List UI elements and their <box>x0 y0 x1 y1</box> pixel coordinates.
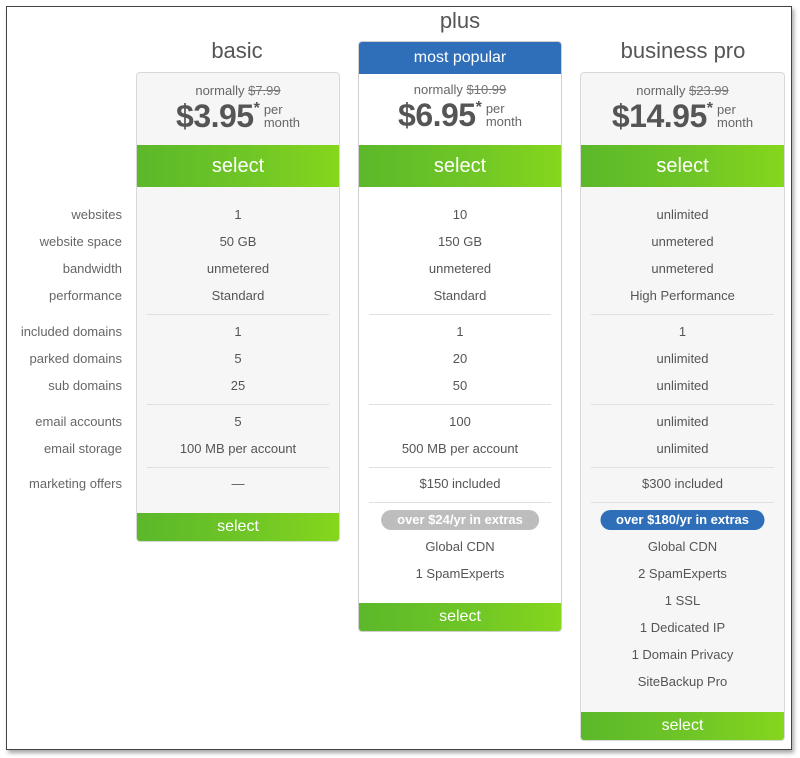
value-websites: 1 <box>234 207 242 222</box>
extra-item: SiteBackup Pro <box>637 674 728 689</box>
label-sub-domains: sub domains <box>48 378 122 393</box>
sale-price: $14.95 <box>611 98 707 134</box>
value-performance: Standard <box>433 288 487 303</box>
value-email-accounts: 100 <box>449 414 471 429</box>
label-performance: performance <box>49 288 122 303</box>
divider <box>147 314 329 315</box>
plan-title-basic: basic <box>211 38 263 63</box>
plan-card-basic: normally $7.99 $3.95 * per month select 1… <box>136 72 340 542</box>
sale-price: $6.95 <box>398 97 476 133</box>
select-button-plus-top[interactable]: select <box>359 145 561 187</box>
value-included-domains: 1 <box>678 324 687 339</box>
asterisk: * <box>475 99 482 116</box>
asterisk: * <box>706 100 713 117</box>
most-popular-badge: most popular <box>359 42 561 74</box>
normal-price: normally $23.99 <box>636 83 729 98</box>
value-website-space: unmetered <box>651 234 714 249</box>
value-performance: High Performance <box>630 288 735 303</box>
plan-card-business-pro: normally $23.99 $14.95 * per month select… <box>580 72 785 741</box>
per-month: per month <box>485 101 522 129</box>
value-email-storage: 100 MB per account <box>179 441 297 456</box>
value-parked-domains: unlimited <box>656 351 709 366</box>
value-email-storage: unlimited <box>656 441 709 456</box>
extra-item: 2 SpamExperts <box>638 566 727 581</box>
divider <box>369 502 551 503</box>
select-button-business-pro-top[interactable]: select <box>581 145 784 187</box>
extra-item: 1 SpamExperts <box>415 566 505 581</box>
value-bandwidth: unmetered <box>651 261 714 276</box>
extra-item: 1 Domain Privacy <box>631 647 734 662</box>
extra-item: 1 Dedicated IP <box>639 620 726 635</box>
divider <box>369 404 551 405</box>
divider <box>369 314 551 315</box>
label-marketing-offers: marketing offers <box>29 476 122 491</box>
value-email-accounts: 5 <box>234 414 242 429</box>
divider <box>591 502 774 503</box>
value-email-storage: 500 MB per account <box>401 441 519 456</box>
original-price: $10.99 <box>466 82 507 97</box>
label-included-domains: included domains <box>20 324 122 339</box>
value-sub-domains: unlimited <box>656 378 709 393</box>
divider <box>591 314 774 315</box>
value-marketing-offers: $300 included <box>642 476 723 491</box>
extras-badge: over $24/yr in extras <box>381 510 539 530</box>
divider <box>591 467 774 468</box>
original-price: $23.99 <box>688 83 729 98</box>
value-included-domains: 1 <box>234 324 242 339</box>
label-email-storage: email storage <box>43 441 122 456</box>
per-month: per month <box>263 102 300 130</box>
price-box: normally $23.99 $14.95 * per month <box>581 73 784 145</box>
extra-item: Global CDN <box>647 539 718 554</box>
label-email-accounts: email accounts <box>35 414 122 429</box>
normal-price: normally $10.99 <box>413 82 507 97</box>
value-parked-domains: 20 <box>452 351 468 366</box>
value-websites: 10 <box>452 207 468 222</box>
label-website-space: website space <box>39 234 122 249</box>
per-month: per month <box>716 102 754 130</box>
plan-title-plus: plus <box>439 8 481 33</box>
original-price: $7.99 <box>248 83 281 98</box>
divider <box>369 467 551 468</box>
label-websites: websites <box>71 207 122 222</box>
label-parked-domains: parked domains <box>29 351 123 366</box>
value-websites: unlimited <box>656 207 709 222</box>
select-button-basic-top[interactable]: select <box>137 145 339 187</box>
plan-title-business-pro: business pro <box>620 38 746 63</box>
value-marketing-offers: $150 included <box>419 476 501 491</box>
label-bandwidth: bandwidth <box>62 261 122 276</box>
value-website-space: 150 GB <box>437 234 483 249</box>
divider <box>591 404 774 405</box>
value-website-space: 50 GB <box>219 234 257 249</box>
value-sub-domains: 50 <box>452 378 468 393</box>
divider <box>147 404 329 405</box>
asterisk: * <box>253 100 260 117</box>
sale-price: $3.95 <box>176 98 254 134</box>
value-parked-domains: 5 <box>234 351 242 366</box>
value-performance: Standard <box>211 288 265 303</box>
select-button-plus-bottom[interactable]: select <box>359 603 561 631</box>
select-button-business-pro-bottom[interactable]: select <box>581 712 784 740</box>
divider <box>147 467 329 468</box>
plan-card-plus: most popular normally $10.99 $6.95 * per… <box>358 41 562 632</box>
price-box: normally $7.99 $3.95 * per month <box>137 73 339 145</box>
value-bandwidth: unmetered <box>206 261 270 276</box>
value-bandwidth: unmetered <box>428 261 492 276</box>
select-button-basic-bottom[interactable]: select <box>137 513 339 541</box>
normal-price: normally $7.99 <box>195 83 281 98</box>
extra-item: 1 SSL <box>664 593 701 608</box>
extra-item: Global CDN <box>425 539 495 554</box>
value-included-domains: 1 <box>456 324 464 339</box>
extras-badge: over $180/yr in extras <box>600 510 765 530</box>
value-email-accounts: unlimited <box>656 414 709 429</box>
value-marketing-offers: — <box>231 476 245 491</box>
price-box: normally $10.99 $6.95 * per month <box>359 74 561 145</box>
value-sub-domains: 25 <box>230 378 246 393</box>
